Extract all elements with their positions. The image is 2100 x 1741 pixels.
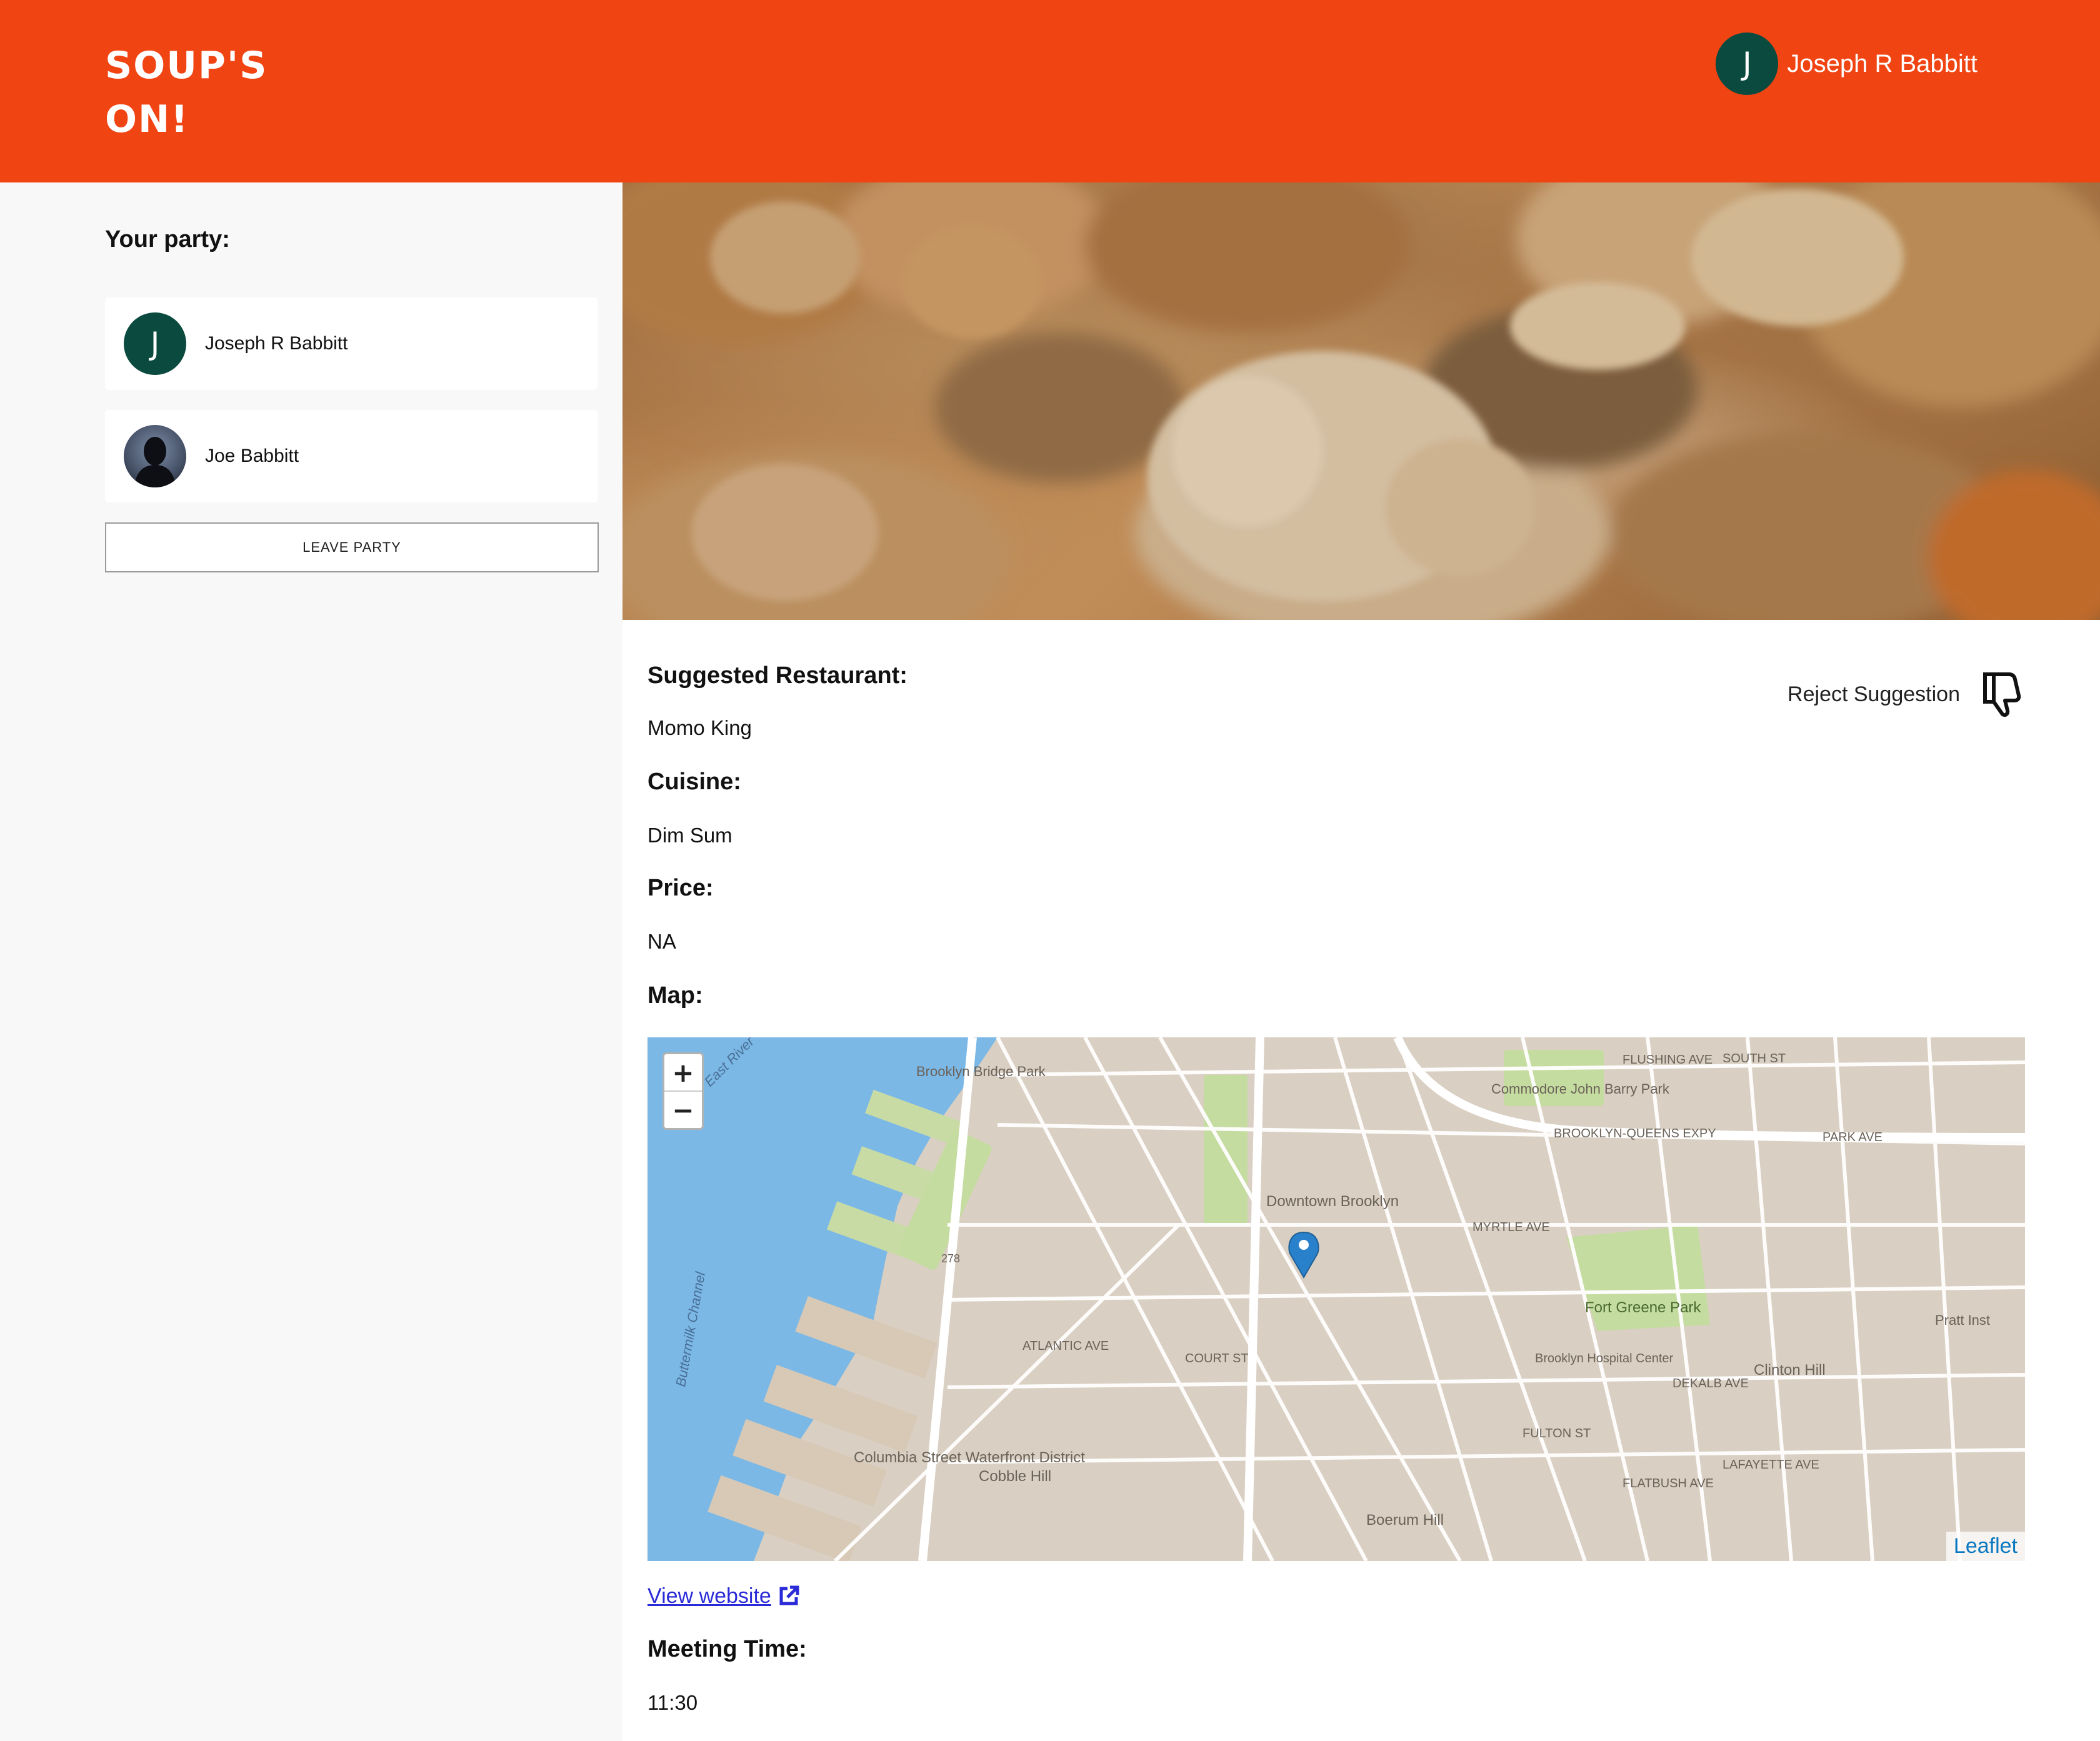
map-label: MYRTLE AVE bbox=[1472, 1220, 1550, 1234]
map-label: COURT ST bbox=[1185, 1352, 1249, 1365]
map-label: Brooklyn Bridge Park bbox=[916, 1064, 1046, 1079]
food-photo bbox=[622, 182, 2100, 620]
view-website-link[interactable]: View website bbox=[648, 1584, 801, 1609]
avatar: J bbox=[1716, 32, 1779, 95]
member-name: Joseph R Babbitt bbox=[205, 333, 348, 354]
website-label: View website bbox=[648, 1584, 771, 1608]
map-label: PARK AVE bbox=[1822, 1130, 1882, 1144]
zoom-in-button[interactable]: + bbox=[664, 1054, 702, 1090]
person-silhouette-icon bbox=[134, 437, 176, 487]
app-header: SOUP'S ON! J Joseph R Babbitt bbox=[0, 0, 2100, 182]
map-label: FULTON ST bbox=[1522, 1427, 1591, 1440]
map-attribution[interactable]: Leaflet bbox=[1946, 1532, 2025, 1561]
restaurant-map[interactable]: Brooklyn Bridge Park Commodore John Barr… bbox=[648, 1037, 2025, 1561]
price-label: Price: bbox=[648, 875, 714, 901]
meeting-time-value: 11:30 bbox=[648, 1691, 698, 1714]
map-tiles: Brooklyn Bridge Park Commodore John Barr… bbox=[648, 1037, 2025, 1561]
map-label: Brooklyn Hospital Center bbox=[1535, 1352, 1674, 1365]
restaurant-name: Momo King bbox=[648, 716, 752, 739]
thumbs-down-icon bbox=[1983, 672, 2021, 717]
app-logo[interactable]: SOUP'S ON! bbox=[105, 39, 292, 146]
map-label: BROOKLYN-QUEENS EXPY bbox=[1554, 1127, 1716, 1140]
map-label: FLUSHING AVE bbox=[1622, 1053, 1712, 1067]
map-label: ATLANTIC AVE bbox=[1022, 1339, 1109, 1353]
reject-label: Reject Suggestion bbox=[1788, 682, 1960, 706]
member-name: Joe Babbitt bbox=[205, 446, 299, 466]
map-label: Pratt Inst bbox=[1935, 1312, 1990, 1328]
avatar bbox=[124, 425, 186, 487]
external-link-icon bbox=[779, 1585, 799, 1605]
user-menu[interactable]: J Joseph R Babbitt bbox=[1716, 32, 1978, 95]
map-label: Boerum Hill bbox=[1366, 1512, 1444, 1529]
avatar: J bbox=[124, 312, 186, 375]
map-label: 278 bbox=[941, 1252, 960, 1265]
party-title: Your party: bbox=[105, 226, 230, 252]
zoom-out-button[interactable]: − bbox=[664, 1090, 702, 1128]
map-label: LAFAYETTE AVE bbox=[1722, 1458, 1819, 1472]
restaurant-label: Suggested Restaurant: bbox=[648, 662, 908, 689]
map-label: Fort Greene Park bbox=[1585, 1299, 1701, 1316]
cuisine-label: Cuisine: bbox=[648, 769, 741, 795]
reject-suggestion-button[interactable]: Reject Suggestion bbox=[1770, 666, 2025, 722]
party-member: Joe Babbitt bbox=[105, 410, 598, 502]
map-zoom-control: + − bbox=[662, 1052, 704, 1130]
map-label: Cobble Hill bbox=[979, 1468, 1051, 1485]
cuisine-value: Dim Sum bbox=[648, 824, 732, 847]
map-label: Map: bbox=[648, 982, 703, 1009]
map-label: Commodore John Barry Park bbox=[1491, 1081, 1670, 1097]
map-label: DEKALB AVE bbox=[1672, 1377, 1749, 1390]
user-name: Joseph R Babbitt bbox=[1787, 49, 1978, 77]
meeting-time-label: Meeting Time: bbox=[648, 1636, 807, 1662]
map-label: Clinton Hill bbox=[1754, 1362, 1826, 1379]
leave-party-button[interactable]: LEAVE PARTY bbox=[105, 522, 599, 572]
party-member: J Joseph R Babbitt bbox=[105, 297, 598, 390]
restaurant-hero-image bbox=[622, 182, 2100, 620]
party-sidebar: Your party: J Joseph R Babbitt Joe Babbi… bbox=[0, 182, 622, 1741]
price-value: NA bbox=[648, 930, 676, 953]
map-label: Downtown Brooklyn bbox=[1266, 1193, 1399, 1210]
map-label: SOUTH ST bbox=[1722, 1052, 1786, 1065]
map-label: FLATBUSH AVE bbox=[1622, 1477, 1714, 1490]
map-label: Columbia Street Waterfront District bbox=[854, 1449, 1085, 1466]
